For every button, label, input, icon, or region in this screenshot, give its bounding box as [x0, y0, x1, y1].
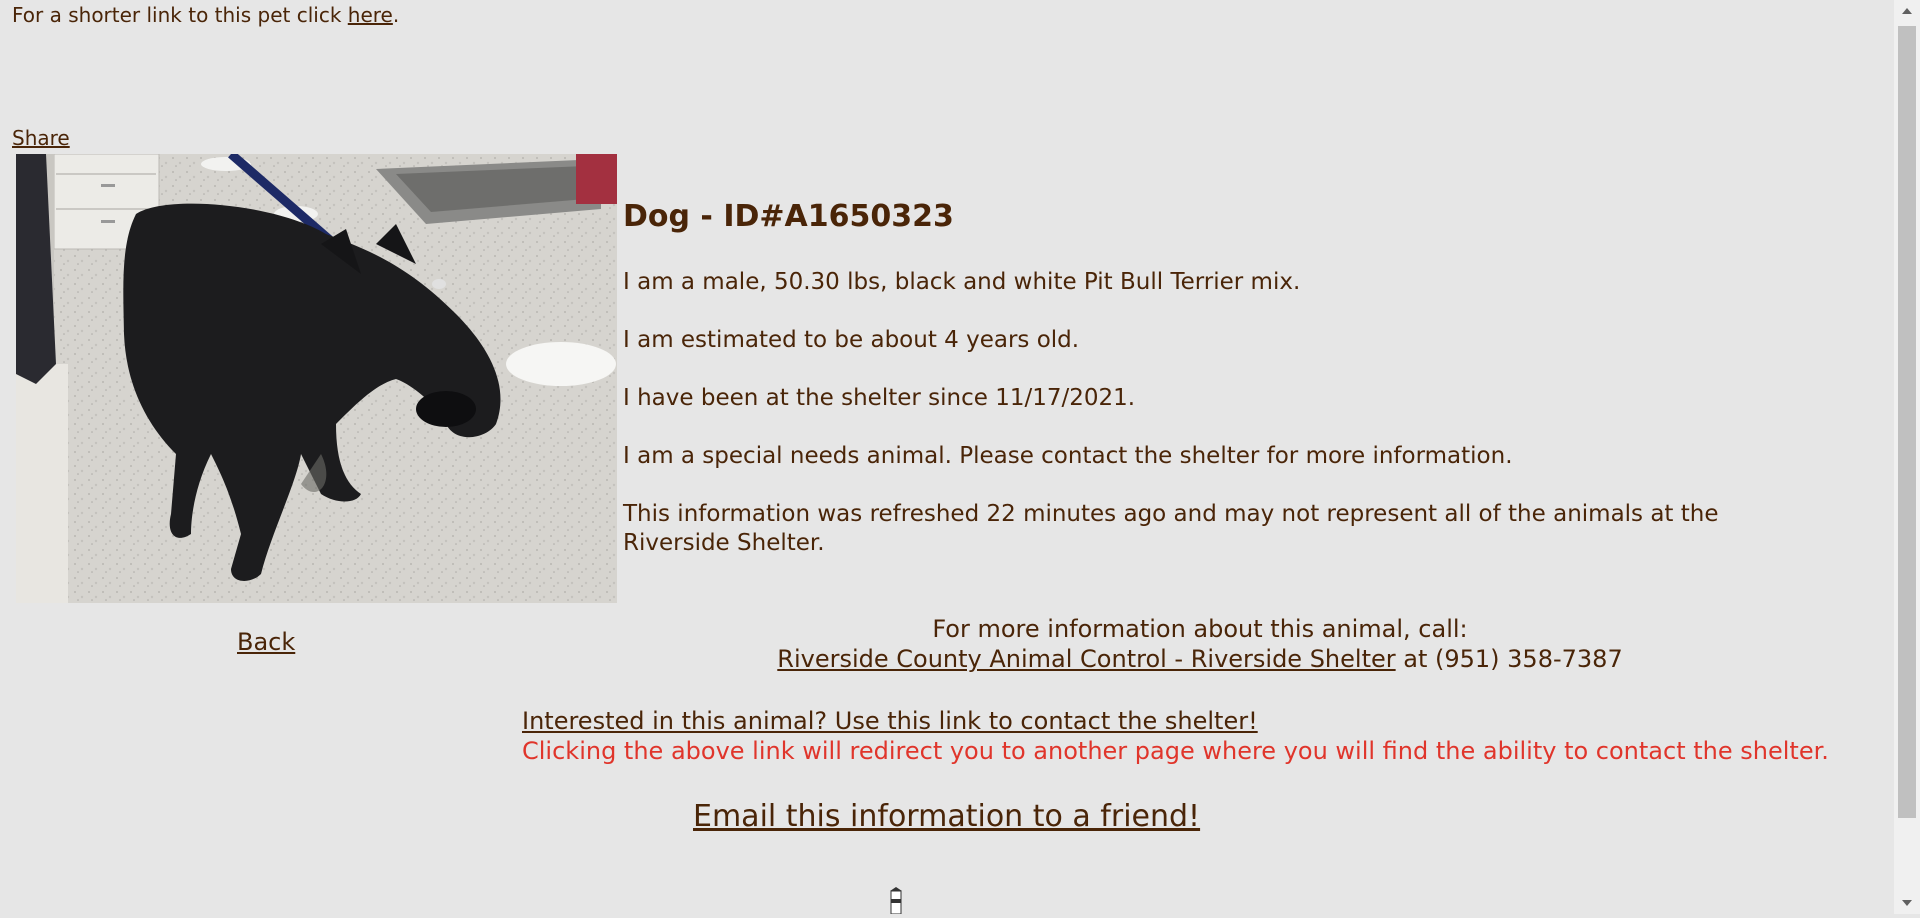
- pet-description-sex-weight: I am a male, 50.30 lbs, black and white …: [623, 269, 1301, 295]
- short-link-here[interactable]: here: [348, 3, 393, 27]
- contact-info: Interested in this animal? Use this link…: [522, 706, 1829, 766]
- lighthouse-icon: [885, 887, 907, 915]
- contact-shelter-link[interactable]: Interested in this animal? Use this link…: [522, 707, 1258, 735]
- call-info: For more information about this animal, …: [520, 614, 1880, 674]
- scrollbar-thumb[interactable]: [1898, 26, 1916, 818]
- pet-description-age: I am estimated to be about 4 years old.: [623, 327, 1080, 353]
- dog-photo-icon: [16, 154, 617, 603]
- pet-photo: [16, 154, 617, 603]
- pet-title: Dog - ID#A1650323: [623, 199, 954, 234]
- short-link-prefix: For a shorter link to this pet click: [12, 3, 348, 27]
- pet-description-intake-date: I have been at the shelter since 11/17/2…: [623, 385, 1136, 411]
- scroll-up-arrow-icon[interactable]: [1894, 0, 1920, 22]
- short-link-suffix: .: [392, 3, 400, 27]
- back-link[interactable]: Back: [237, 628, 295, 656]
- scroll-down-arrow-icon[interactable]: [1894, 892, 1920, 914]
- call-line: Riverside County Animal Control - Rivers…: [520, 644, 1880, 674]
- shelter-link[interactable]: Riverside County Animal Control - Rivers…: [777, 645, 1395, 673]
- pet-description-refresh-note: This information was refreshed 22 minute…: [623, 501, 1719, 556]
- short-link-line: For a shorter link to this pet click her…: [12, 3, 399, 27]
- pet-description-special-needs: I am a special needs animal. Please cont…: [623, 443, 1513, 469]
- shelter-phone: at (951) 358-7387: [1395, 645, 1623, 673]
- redirect-note: Clicking the above link will redirect yo…: [522, 737, 1829, 765]
- share-link[interactable]: Share: [12, 126, 70, 150]
- call-heading: For more information about this animal, …: [932, 615, 1468, 643]
- email-friend-link[interactable]: Email this information to a friend!: [693, 799, 1200, 834]
